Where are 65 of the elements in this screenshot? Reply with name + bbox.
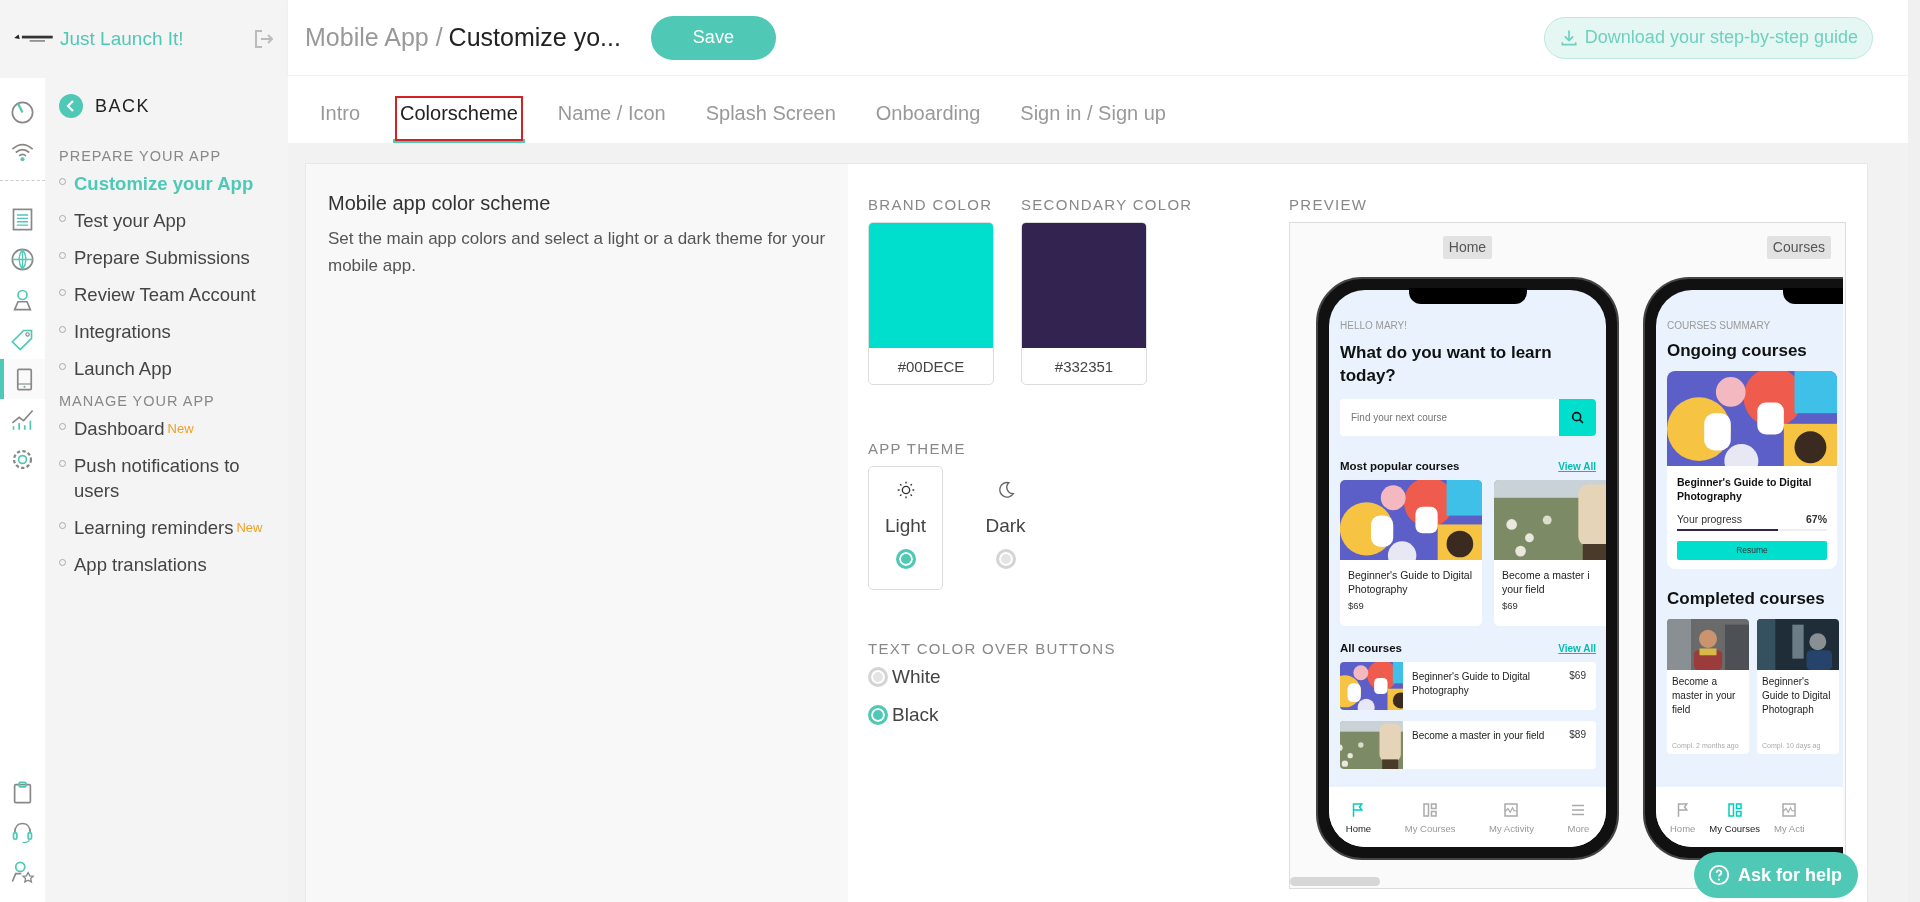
greeting: HELLO MARY!	[1340, 320, 1409, 331]
nav-link[interactable]: Review Team Account	[74, 282, 256, 307]
list-heading: Most popular courses	[1340, 460, 1460, 472]
nav-link[interactable]: Launch App	[74, 356, 172, 381]
radio-option[interactable]: White	[868, 666, 1244, 688]
nav-link[interactable]: Dashboard	[74, 416, 165, 441]
field-label: TEXT COLOR OVER BUTTONS	[868, 640, 1117, 657]
search-icon	[1569, 409, 1586, 426]
theme-option[interactable]: Light	[868, 466, 943, 590]
nav-link[interactable]: Test your App	[74, 208, 187, 233]
progress-label: Your progress	[1677, 513, 1742, 525]
new-label: New	[236, 520, 263, 535]
page-title: Customize yo...	[448, 23, 621, 51]
bottom-nav-tab[interactable]: Home	[1345, 800, 1372, 834]
radio-button[interactable]	[995, 549, 1016, 569]
section-title: Mobile app color scheme	[328, 192, 552, 215]
back-icon[interactable]	[59, 94, 83, 118]
theme-option[interactable]: Dark	[968, 466, 1043, 590]
course-card[interactable]: Become a master i your field $69	[1494, 480, 1606, 626]
bottom-nav-tab[interactable]: My Courses	[1709, 800, 1761, 834]
color-picker[interactable]: #332351	[1021, 222, 1147, 385]
field-label: PREVIEW	[1289, 196, 1369, 213]
activity-icon	[1502, 800, 1521, 819]
radio-option[interactable]: Black	[868, 704, 1244, 726]
brand-name: Just Launch It!	[60, 28, 184, 50]
field-label: SECONDARY COLOR	[1021, 196, 1193, 213]
field-label: BRAND COLOR	[868, 196, 994, 213]
back-link[interactable]: BACK	[95, 95, 151, 117]
screen-tag: Home	[1442, 236, 1493, 259]
screen-heading: What do you want to learn today?	[1340, 342, 1553, 387]
nav-link[interactable]: Learning reminders	[74, 515, 234, 540]
field-label: APP THEME	[868, 440, 967, 457]
greeting: COURSES SUMMARY	[1667, 320, 1772, 331]
course-card[interactable]: Beginner's Guide to Digital Photography Your progress 67% Resume	[1667, 371, 1837, 569]
color-picker[interactable]: #00DECE	[868, 222, 994, 385]
description: Set the main app colors and select a light or a dark theme for your mobile app.	[328, 228, 826, 277]
scrollbar[interactable]	[1290, 877, 1380, 886]
course-title[interactable]: Beginner's Guide to Digital Photography	[1403, 662, 1570, 698]
course-price: $89	[1569, 728, 1587, 740]
course-title: Beginner's Guide to Digital Photography	[1677, 475, 1813, 503]
course-title[interactable]: Become a master in your field	[1403, 721, 1570, 743]
phone-notch	[1783, 288, 1843, 304]
progress-value: 67%	[1806, 513, 1827, 525]
activity-icon	[1780, 800, 1799, 819]
grid-icon	[1725, 800, 1744, 819]
screen-heading: Completed courses	[1667, 588, 1826, 609]
resume-button[interactable]: Resume	[1677, 540, 1827, 560]
list-heading: All courses	[1340, 642, 1402, 654]
search-field[interactable]: Find your next course	[1340, 399, 1596, 436]
search-button[interactable]	[1559, 399, 1596, 436]
nav-link[interactable]: Integrations	[74, 319, 171, 344]
course-price: $69	[1569, 669, 1587, 681]
grid-icon	[1421, 800, 1440, 819]
radio-button[interactable]	[895, 549, 916, 569]
nav-link[interactable]: App translations	[74, 552, 207, 577]
nav-link[interactable]: Prepare Submissions	[74, 245, 250, 270]
screen-tag: Courses	[1766, 236, 1831, 259]
nav-link[interactable]: Push notifications to users	[74, 453, 274, 503]
help-icon	[1707, 864, 1730, 886]
tab[interactable]: Colorscheme	[393, 94, 525, 143]
new-label: New	[167, 421, 194, 436]
screen-heading: Ongoing courses	[1667, 341, 1808, 361]
section-heading: PREPARE YOUR APP	[59, 148, 223, 164]
section-heading: MANAGE YOUR APP	[59, 393, 216, 409]
course-card[interactable]: Beginner's Guide to Digital Photography $69	[1340, 480, 1482, 626]
